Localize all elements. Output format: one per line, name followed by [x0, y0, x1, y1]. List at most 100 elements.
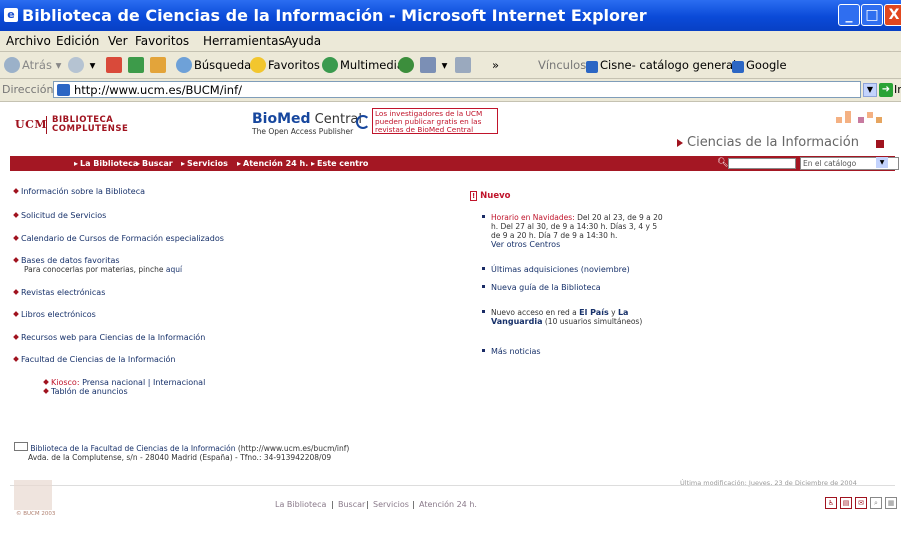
nav-atencion[interactable]: Atención 24 h.: [237, 157, 308, 170]
mail-page-icon[interactable]: ✉︎: [855, 497, 867, 509]
link-calendario-cursos[interactable]: Calendario de Cursos de Formación especi…: [13, 234, 224, 243]
home-button[interactable]: [150, 56, 168, 74]
title-bar[interactable]: e Biblioteca de Ciencias de la Informaci…: [0, 0, 901, 31]
catalog-search-input[interactable]: [728, 158, 796, 169]
forward-button[interactable]: ▾: [68, 56, 95, 74]
footer-link-buscar[interactable]: Buscar: [338, 500, 365, 509]
links-label: Vínculos: [538, 58, 587, 72]
bullet-icon: [13, 188, 19, 194]
decor-square: [836, 117, 842, 123]
link-google[interactable]: Google: [732, 56, 787, 74]
link-facultad-home[interactable]: Biblioteca de la Facultad de Ciencias de…: [30, 444, 235, 453]
menu-ayuda[interactable]: Ayuda: [284, 34, 321, 48]
link-calendario-cursos-label: Calendario de Cursos de Formación especi…: [21, 234, 224, 243]
link-libros[interactable]: Libros electrónicos: [13, 310, 96, 319]
chevron-down-icon[interactable]: ▼: [863, 83, 877, 97]
print-icon: [455, 57, 471, 73]
go-label[interactable]: Ir: [894, 83, 901, 96]
footer-separator: |: [412, 500, 415, 509]
news-item-mas[interactable]: Más noticias: [482, 347, 541, 356]
biomed-logo[interactable]: BioMed Central: [252, 111, 362, 127]
accessibility-icon[interactable]: ♿︎: [825, 497, 837, 509]
footer-separator: |: [366, 500, 369, 509]
search-icon[interactable]: 🔍︎: [717, 158, 728, 168]
print-page-icon[interactable]: ▤: [840, 497, 852, 509]
bullet-icon: [482, 349, 485, 352]
link-aqui[interactable]: aquí: [166, 265, 182, 274]
mail-icon: [420, 57, 436, 73]
link-bases-datos-label: Bases de datos favoritas: [21, 256, 120, 265]
go-arrow-icon[interactable]: ➜: [879, 83, 893, 97]
map-page-icon[interactable]: ▦: [885, 497, 897, 509]
address-block: Biblioteca de la Facultad de Ciencias de…: [14, 442, 349, 462]
link-bases-datos[interactable]: Bases de datos favoritas: [13, 256, 120, 265]
menu-favoritos[interactable]: Favoritos: [135, 34, 189, 48]
ucm-logo[interactable]: UCM: [15, 118, 47, 131]
section-arrow-icon: [677, 139, 683, 147]
menu-archivo[interactable]: Archivo: [6, 34, 51, 48]
nav-este-centro[interactable]: Este centro: [311, 157, 368, 170]
link-cisne[interactable]: Cisne- catálogo general: [586, 56, 736, 74]
bullet-icon: [43, 388, 49, 394]
news-item-adquisiciones[interactable]: Últimas adquisiciones (noviembre): [482, 265, 630, 274]
link-facultad[interactable]: Facultad de Ciencias de la Información: [13, 355, 175, 364]
mail-button[interactable]: ▾: [420, 56, 447, 74]
footer-link-servicios[interactable]: Servicios: [373, 500, 409, 509]
back-button[interactable]: Atrás ▾: [4, 56, 61, 74]
media-button[interactable]: Multimedia: [322, 56, 404, 74]
link-info-biblioteca[interactable]: Información sobre la Biblioteca: [13, 187, 145, 196]
envelope-icon: [14, 442, 28, 451]
link-la-vanguardia-2[interactable]: Vanguardia: [491, 317, 542, 326]
chevron-down-icon[interactable]: ▼: [876, 157, 888, 168]
bullet-icon: [482, 267, 485, 270]
logo-divider: [46, 116, 47, 134]
logo-complutense[interactable]: COMPLUTENSE: [52, 124, 128, 134]
history-icon: [398, 57, 414, 73]
link-prensa-internacional[interactable]: Internacional: [153, 378, 205, 387]
minimize-button[interactable]: _: [838, 4, 860, 26]
link-tablon[interactable]: Tablón de anuncios: [43, 387, 128, 396]
more-chevron-icon[interactable]: »: [492, 56, 499, 74]
print-button[interactable]: [455, 56, 473, 74]
link-revistas[interactable]: Revistas electrónicas: [13, 288, 105, 297]
link-recursos-web[interactable]: Recursos web para Ciencias de la Informa…: [13, 333, 205, 342]
biomed-name: BioMed: [252, 111, 311, 127]
close-button[interactable]: X: [884, 4, 901, 26]
footer-link-biblioteca[interactable]: La Biblioteca: [275, 500, 326, 509]
refresh-button[interactable]: [128, 56, 146, 74]
menu-ver[interactable]: Ver: [108, 34, 128, 48]
menu-herramientas[interactable]: Herramientas: [203, 34, 285, 48]
forward-arrow-icon: [68, 57, 84, 73]
nav-la-biblioteca[interactable]: La Biblioteca: [74, 157, 138, 170]
bullet-icon: [482, 310, 485, 313]
link-prensa-nacional[interactable]: Prensa nacional: [82, 378, 145, 387]
search-button[interactable]: Búsqueda: [176, 56, 251, 74]
nav-buscar[interactable]: Buscar: [136, 157, 173, 170]
news-item-guia[interactable]: Nueva guía de la Biblioteca: [482, 283, 601, 292]
menu-edicion[interactable]: Edición: [56, 34, 99, 48]
back-label: Atrás: [22, 58, 52, 72]
link-libros-label: Libros electrónicos: [21, 310, 96, 319]
stop-button[interactable]: [106, 56, 124, 74]
ie-page-icon: [732, 61, 744, 73]
link-la-vanguardia-1[interactable]: La: [618, 308, 629, 317]
nav-servicios[interactable]: Servicios: [181, 157, 228, 170]
bullet-icon: [43, 379, 49, 385]
biomed-ad-banner[interactable]: Los investigadores de la UCM pueden publ…: [372, 108, 498, 134]
biomed-circle-icon: [356, 115, 370, 129]
link-solicitud-servicios[interactable]: Solicitud de Servicios: [13, 211, 106, 220]
maximize-button[interactable]: □: [861, 4, 883, 26]
link-ver-otros-centros[interactable]: Ver otros Centros: [482, 240, 663, 249]
news-heading: ! Nuevo: [470, 191, 510, 201]
history-button[interactable]: [398, 56, 416, 74]
link-tablon-label: Tablón de anuncios: [51, 387, 128, 396]
news-horario-title[interactable]: Horario en Navidades:: [491, 213, 575, 222]
search-page-icon[interactable]: ⌕: [870, 497, 882, 509]
favorites-button[interactable]: Favoritos: [250, 56, 320, 74]
footer-link-atencion[interactable]: Atención 24 h.: [419, 500, 477, 509]
link-el-pais[interactable]: El País: [579, 308, 609, 317]
bullet-icon: [13, 334, 19, 340]
address-input[interactable]: http://www.ucm.es/BUCM/inf/: [53, 81, 861, 98]
biomed-central: Central: [310, 112, 363, 127]
bullet-icon: [482, 215, 485, 218]
